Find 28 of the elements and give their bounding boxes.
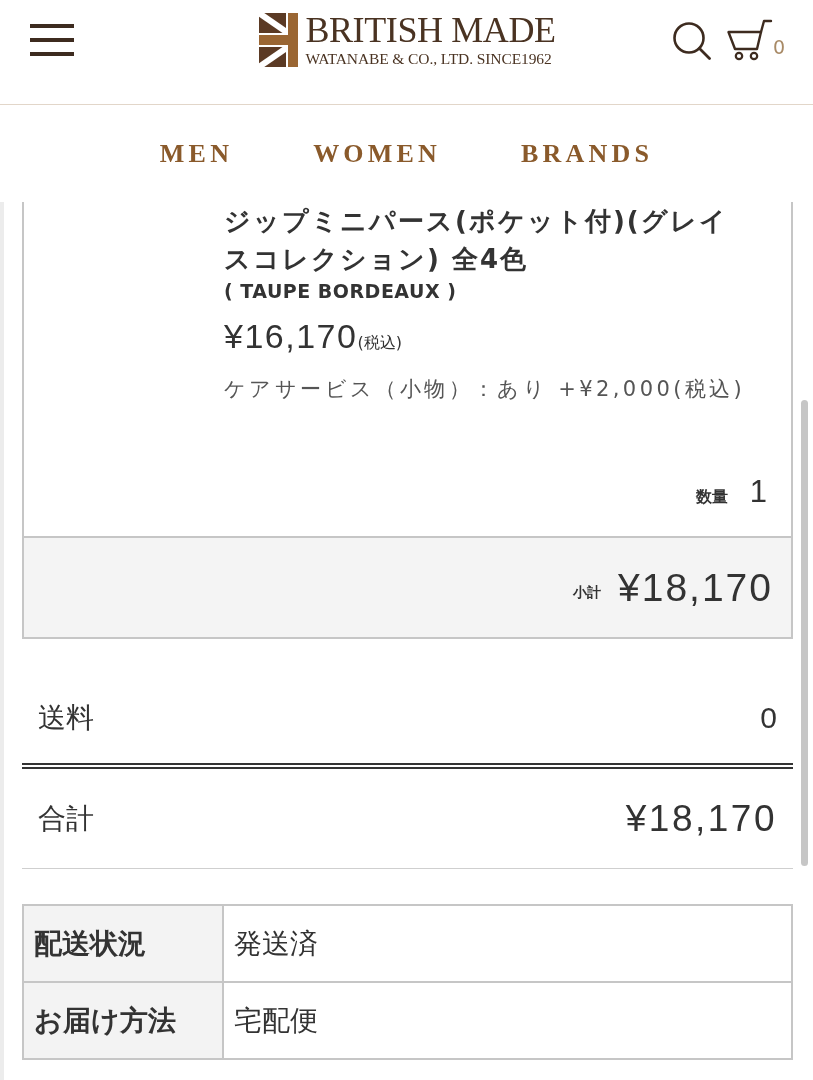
nav-link[interactable]: MEN — [159, 138, 234, 169]
summary-value: 0 — [760, 701, 777, 735]
flag-icon — [259, 13, 299, 67]
tax-note: (税込) — [357, 333, 402, 354]
summary-label: 合計 — [38, 800, 94, 837]
detail-value-cell: 発送済 — [223, 905, 792, 982]
summary-value: ¥18,170 — [625, 797, 777, 840]
detail-label-cell: お届け方法 — [23, 982, 223, 1059]
product-variant: ( TAUPE BORDEAUX ) — [224, 279, 458, 304]
subtotal-value: ¥18,170 — [618, 565, 773, 610]
quantity-value: 1 — [749, 474, 767, 510]
nav-link[interactable]: WOMEN — [313, 138, 441, 169]
scrollbar[interactable] — [801, 400, 808, 866]
cart-count: 0 — [772, 37, 785, 57]
brand-tagline: WATANABE & CO., LTD. SINCE1962 — [305, 50, 553, 67]
product-price: ¥16,170 — [224, 316, 358, 356]
summary-label: 送料 — [38, 700, 94, 736]
nav-link[interactable]: BRANDS — [521, 138, 654, 169]
care-service-option: ケアサービス（小物）：あり +¥2,000(税込) — [224, 374, 771, 404]
cart-icon[interactable] — [726, 19, 773, 61]
menu-icon[interactable] — [30, 24, 74, 56]
quantity-label: 数量 — [695, 487, 728, 508]
search-icon[interactable] — [671, 20, 711, 60]
brand-name: BRITISH MADE — [305, 13, 556, 47]
subtotal-label: 小計 — [573, 582, 601, 602]
product-name: ジップミニパース(ポケット付)(グレイスコレクション) 全4色 — [224, 205, 729, 276]
detail-value-cell: 宅配便 — [223, 982, 792, 1059]
detail-label-cell: 配送状況 — [23, 905, 223, 982]
